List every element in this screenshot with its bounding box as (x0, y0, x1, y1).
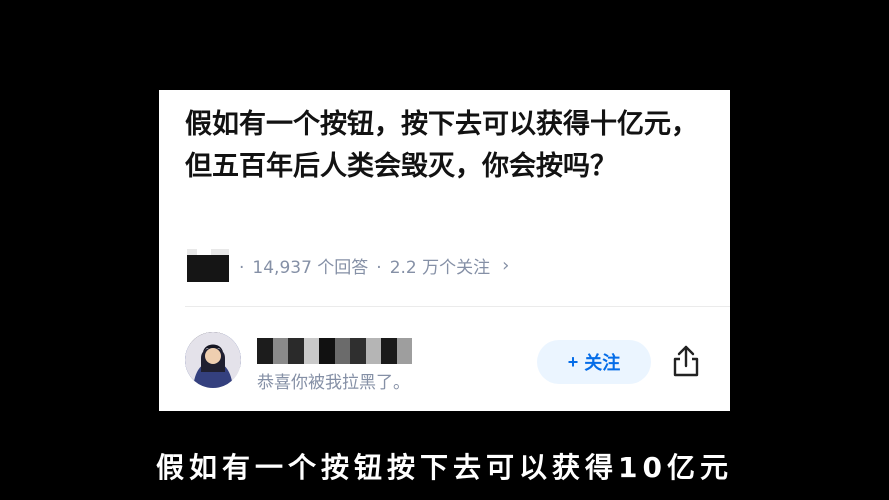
mosaic-block (319, 338, 335, 364)
avatar-illustration (185, 332, 241, 388)
mosaic-block (288, 338, 304, 364)
mosaic-block (381, 338, 397, 364)
mosaic-block (350, 338, 366, 364)
mosaic-block (257, 338, 273, 364)
pixelated-image (187, 248, 229, 282)
avatar[interactable] (185, 332, 241, 388)
meta-separator: · (376, 257, 382, 278)
meta-text: · 14,937 个回答 · 2.2 万个关注 (235, 253, 494, 278)
author-bio: 恭喜你被我拉黑了。 (257, 373, 410, 393)
follow-button[interactable]: + 关注 (537, 340, 651, 384)
follower-count: 2.2 万个关注 (389, 257, 491, 278)
question-title[interactable]: 假如有一个按钮，按下去可以获得十亿元，但五百年后人类会毁灭，你会按吗？ (185, 104, 715, 188)
plus-icon: + (567, 351, 579, 372)
mosaic-block (334, 338, 350, 364)
share-icon[interactable] (671, 344, 701, 378)
meta-separator: · (239, 257, 245, 278)
answer-count: 14,937 个回答 (252, 257, 369, 278)
mosaic-block (303, 338, 319, 364)
question-card: 假如有一个按钮，按下去可以获得十亿元，但五百年后人类会毁灭，你会按吗？ · 14,… (159, 90, 730, 411)
video-caption: 假如有一个按钮按下去可以获得10亿元 (156, 451, 733, 484)
pixelated-username[interactable] (257, 338, 412, 364)
mosaic-block (365, 338, 381, 364)
divider (185, 306, 730, 307)
question-meta[interactable]: · 14,937 个回答 · 2.2 万个关注 › (187, 248, 509, 282)
mosaic-block (396, 338, 412, 364)
mosaic-block (272, 338, 288, 364)
chevron-right-icon[interactable]: › (502, 255, 509, 276)
follow-label: 关注 (584, 353, 621, 373)
